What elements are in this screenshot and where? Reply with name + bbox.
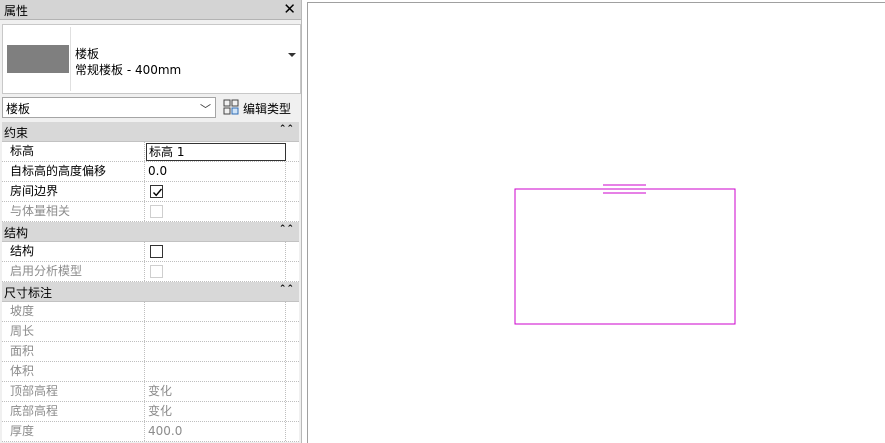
edit-type-button[interactable]: 编辑类型: [222, 97, 300, 118]
property-name: 底部高程: [2, 402, 145, 421]
slope-value: [146, 302, 286, 321]
property-row-area: 面积: [2, 342, 299, 362]
property-row-thickness: 厚度 400.0: [2, 422, 299, 442]
type-family-label: 楼板: [75, 47, 100, 61]
type-preview: [5, 27, 71, 91]
related-to-mass-checkbox: [150, 205, 163, 218]
top-elevation-value: 变化: [146, 382, 286, 401]
height-offset-value[interactable]: 0.0: [146, 162, 286, 181]
property-name: 启用分析模型: [2, 262, 145, 281]
property-row-height-offset: 自标高的高度偏移 0.0: [2, 162, 299, 182]
type-selector[interactable]: 楼板 常规楼板 - 400mm: [2, 24, 301, 94]
structural-checkbox[interactable]: [150, 245, 163, 258]
property-name: 坡度: [2, 302, 145, 321]
instance-filter-select[interactable]: 楼板 ﹀: [2, 97, 216, 118]
close-icon[interactable]: ✕: [283, 0, 296, 18]
property-row-bottom-elevation: 底部高程 变化: [2, 402, 299, 422]
properties-palette: 属性 ✕ 楼板 常规楼板 - 400mm 楼板 ﹀ 编辑类型 约束 ⌃⌃ 标高 …: [0, 0, 302, 443]
group-structural[interactable]: 结构 ⌃⌃: [2, 222, 299, 242]
property-row-analytical-model: 启用分析模型: [2, 262, 299, 282]
property-row-level: 标高 标高 1: [2, 142, 299, 162]
property-row-room-bounding: 房间边界: [2, 182, 299, 202]
thickness-value: 400.0: [146, 422, 286, 441]
area-value: [146, 342, 286, 361]
group-label: 尺寸标注: [4, 286, 53, 300]
drawing-canvas[interactable]: [307, 2, 885, 443]
group-constraints[interactable]: 约束 ⌃⌃: [2, 122, 299, 142]
property-row-perimeter: 周长: [2, 322, 299, 342]
analytical-model-checkbox: [150, 265, 163, 278]
group-label: 约束: [4, 126, 29, 140]
floor-sketch-boundary[interactable]: [514, 188, 736, 325]
property-name: 结构: [2, 242, 145, 261]
property-row-slope: 坡度: [2, 302, 299, 322]
checkmark-icon: [152, 188, 163, 197]
instance-filter-row: 楼板 ﹀ 编辑类型: [0, 96, 302, 120]
properties-table: 约束 ⌃⌃ 标高 标高 1 自标高的高度偏移 0.0 房间边界 与体量相关 结构…: [2, 122, 299, 442]
property-name: 房间边界: [2, 182, 145, 201]
volume-value: [146, 362, 286, 381]
type-dropdown-arrow-icon[interactable]: [288, 53, 296, 57]
floor-swatch-icon: [7, 45, 69, 73]
property-name: 与体量相关: [2, 202, 145, 221]
group-dimensions[interactable]: 尺寸标注 ⌃⌃: [2, 282, 299, 302]
type-name-label: 常规楼板 - 400mm: [75, 63, 182, 77]
edit-type-label: 编辑类型: [243, 102, 292, 116]
group-label: 结构: [4, 226, 29, 240]
edit-type-icon: [223, 99, 239, 115]
collapse-icon[interactable]: ⌃⌃: [279, 224, 294, 234]
property-name: 自标高的高度偏移: [2, 162, 145, 181]
property-name: 周长: [2, 322, 145, 341]
palette-title-bar: 属性 ✕: [0, 0, 301, 20]
palette-title: 属性: [4, 4, 29, 18]
property-name: 面积: [2, 342, 145, 361]
property-row-volume: 体积: [2, 362, 299, 382]
bottom-elevation-value: 变化: [146, 402, 286, 421]
canvas-drawing: [514, 184, 736, 325]
revit-window: 属性 ✕ 楼板 常规楼板 - 400mm 楼板 ﹀ 编辑类型 约束 ⌃⌃ 标高 …: [0, 0, 885, 443]
property-row-structural: 结构: [2, 242, 299, 262]
collapse-icon[interactable]: ⌃⌃: [279, 124, 294, 134]
room-bounding-checkbox[interactable]: [150, 185, 163, 198]
property-row-top-elevation: 顶部高程 变化: [2, 382, 299, 402]
instance-filter-value: 楼板: [6, 102, 31, 116]
level-value-field[interactable]: 标高 1: [146, 143, 286, 161]
collapse-icon[interactable]: ⌃⌃: [279, 284, 294, 294]
perimeter-value: [146, 322, 286, 341]
property-name: 标高: [2, 142, 145, 161]
property-name: 体积: [2, 362, 145, 381]
property-name: 厚度: [2, 422, 145, 441]
chevron-down-icon: ﹀: [200, 103, 211, 116]
property-name: 顶部高程: [2, 382, 145, 401]
property-row-related-to-mass: 与体量相关: [2, 202, 299, 222]
